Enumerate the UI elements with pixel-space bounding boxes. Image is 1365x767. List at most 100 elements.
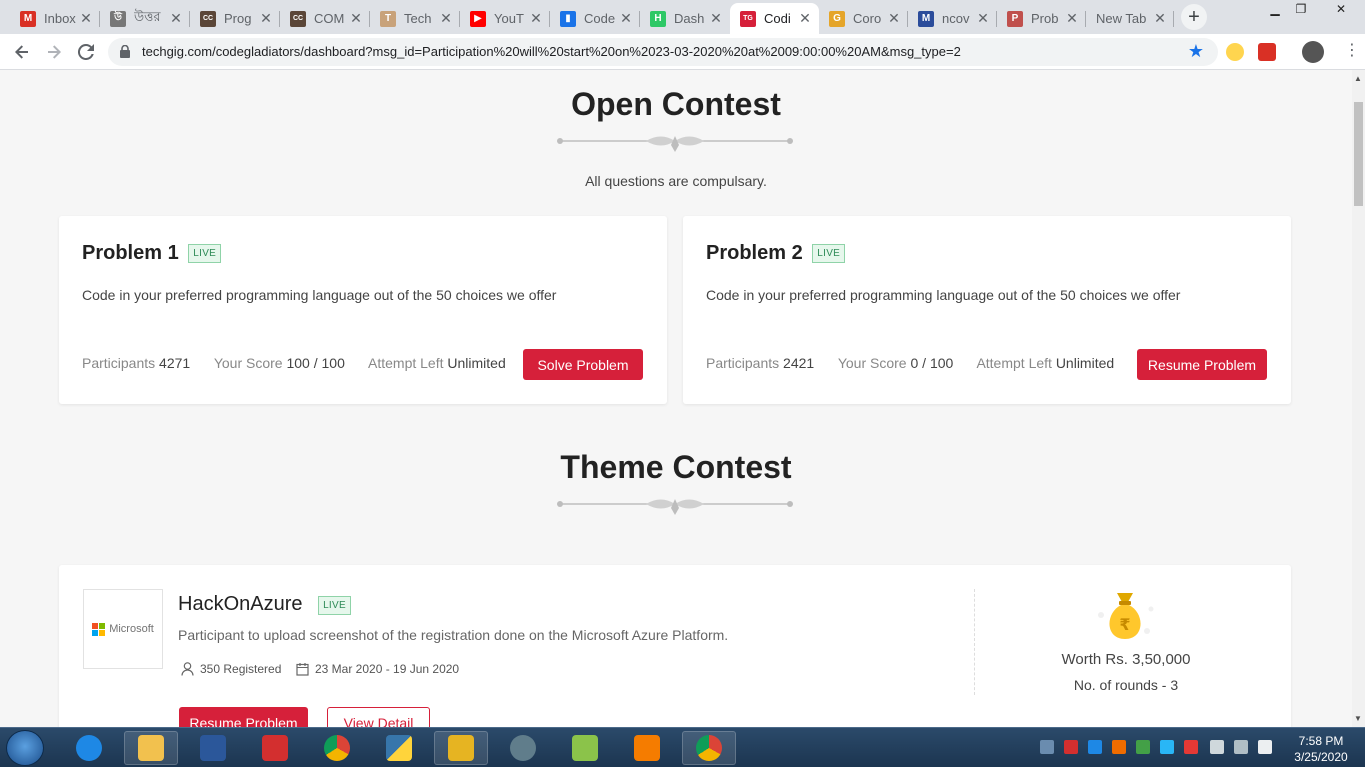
reload-button[interactable] [74,40,98,64]
word-icon[interactable] [186,731,240,765]
tab-title: ncov [942,11,970,26]
browser-tab[interactable]: TG Codi ✕ [730,3,819,34]
tab-title: উত্তর [134,9,161,24]
attempt-value: Unlimited [1055,355,1115,371]
scrollbar-thumb[interactable] [1354,102,1363,206]
solve-problem-button[interactable]: Solve Problem [523,349,643,380]
system-clock[interactable]: 7:58 PM 3/25/2020 [1288,733,1354,765]
tray-network-app-icon[interactable] [1088,740,1102,754]
chrome-open-icon[interactable] [682,731,736,765]
rounds-count: No. of rounds - 3 [1073,677,1179,693]
close-tab-icon[interactable]: ✕ [78,10,94,27]
new-tab-button[interactable]: + [1181,4,1207,30]
browser-tab[interactable]: G Coro ✕ [819,3,908,34]
tray-usb-icon[interactable] [1040,740,1054,754]
restore-button[interactable]: ❐ [1288,0,1314,18]
extension-owl-icon[interactable] [1226,43,1244,61]
resume-problem-button[interactable]: Resume Problem [179,707,308,727]
close-tab-icon[interactable]: ✕ [258,10,274,27]
internet-explorer-icon[interactable] [62,731,116,765]
browser-tab[interactable]: T Tech ✕ [370,3,460,34]
browser-tab[interactable]: ▶ YouT ✕ [460,3,550,34]
tray-security-icon[interactable] [1064,740,1078,754]
trophy-app-icon[interactable] [434,731,488,765]
browser-tab[interactable]: New Tab ✕ [1086,3,1174,34]
chrome-icon[interactable] [310,731,364,765]
problem-title-text: Problem 1 [82,242,179,264]
scroll-down-arrow-icon[interactable]: ▼ [1354,714,1362,723]
browser-tab[interactable]: ▮ Code ✕ [550,3,640,34]
theme-name-text[interactable]: HackOnAzure [178,593,303,615]
tray-app-icon[interactable] [1112,740,1126,754]
browser-tab[interactable]: Mncov ✕ [908,3,997,34]
problem-title-text: Problem 2 [706,242,803,264]
address-bar[interactable]: techgig.com/codegladiators/dashboard?msg… [108,38,1218,66]
page-scrollbar[interactable]: ▲ ▼ [1352,70,1365,727]
vertical-divider [974,589,975,695]
browser-menu-icon[interactable]: ⋮ [1344,43,1360,59]
browser-tab[interactable]: উ উত্তর ✕ [100,3,190,34]
acrobat-icon[interactable] [248,731,302,765]
browser-tab[interactable]: H Dash ✕ [640,3,730,34]
close-tab-icon[interactable]: ✕ [528,10,544,27]
forward-button[interactable] [42,40,66,64]
camera-app-icon[interactable] [620,731,674,765]
browser-tab[interactable]: CC Prog ✕ [190,3,280,34]
problem-stats: Participants 2421 Your Score 0 / 100 Att… [706,355,1134,371]
problem-title: Problem 2 LIVE [706,242,846,265]
close-tab-icon[interactable]: ✕ [886,10,902,27]
tray-display-icon[interactable] [1160,740,1174,754]
resume-problem-button[interactable]: Resume Problem [1137,349,1267,380]
close-tab-icon[interactable]: ✕ [618,10,634,27]
theme-contest-name: HackOnAzure LIVE [178,593,351,616]
tray-drive-icon[interactable] [1136,740,1150,754]
microsoft-logo: Microsoft [83,589,163,669]
python-icon[interactable] [372,731,426,765]
bookmark-star-icon[interactable]: ★ [1188,41,1204,62]
browser-tab[interactable]: CC COM ✕ [280,3,370,34]
browser-tab[interactable]: M Inbox ✕ [10,3,100,34]
registered-text: 350 Registered [200,662,282,676]
reload-icon [78,44,94,60]
problem-stats: Participants 4271 Your Score 100 / 100 A… [82,355,526,371]
minimize-button[interactable]: ▁ [1262,0,1288,18]
file-explorer-icon[interactable] [124,731,178,765]
start-button[interactable] [6,730,44,766]
close-tab-icon[interactable]: ✕ [797,10,813,27]
close-tab-icon[interactable]: ✕ [438,10,454,27]
clock-date: 3/25/2020 [1294,750,1348,764]
theme-contest-card: Microsoft HackOnAzure LIVE Participant t… [59,565,1291,727]
volume-icon[interactable] [1258,740,1272,754]
close-tab-icon[interactable]: ✕ [1152,10,1168,27]
close-tab-icon[interactable]: ✕ [1064,10,1080,27]
youtube-icon: ▶ [470,10,486,27]
back-button[interactable] [10,40,34,64]
tab-title: COM [314,11,345,26]
profile-avatar[interactable] [1302,41,1324,63]
codechef-icon: CC [290,10,306,27]
problem-title: Problem 1 LIVE [82,242,222,265]
close-tab-icon[interactable]: ✕ [348,10,364,27]
scroll-up-arrow-icon[interactable]: ▲ [1354,74,1362,83]
tab-title: Coro [853,11,882,26]
clock-app-icon[interactable] [496,731,550,765]
action-center-flag-icon[interactable] [1210,740,1224,754]
close-tab-icon[interactable]: ✕ [168,10,184,27]
hackerrank-icon: H [650,10,666,27]
lock-icon [120,45,130,58]
score-label: Your Score [213,355,283,371]
theme-contest-description: Participant to upload screenshot of the … [178,627,729,643]
game-app-icon[interactable] [558,731,612,765]
contest-dates: 23 Mar 2020 - 19 Jun 2020 [296,662,459,676]
extension-pdf-icon[interactable] [1258,43,1276,61]
arrow-right-icon [48,45,61,59]
close-tab-icon[interactable]: ✕ [975,10,991,27]
browser-tab[interactable]: P Prob ✕ [997,3,1086,34]
tray-media-icon[interactable] [1184,740,1198,754]
network-icon[interactable] [1234,740,1248,754]
open-contest-subtitle: All questions are compulsary. [585,173,767,189]
close-window-button[interactable]: ✕ [1326,0,1356,18]
view-detail-button[interactable]: View Detail [327,707,430,727]
user-icon [181,662,194,676]
close-tab-icon[interactable]: ✕ [708,10,724,27]
